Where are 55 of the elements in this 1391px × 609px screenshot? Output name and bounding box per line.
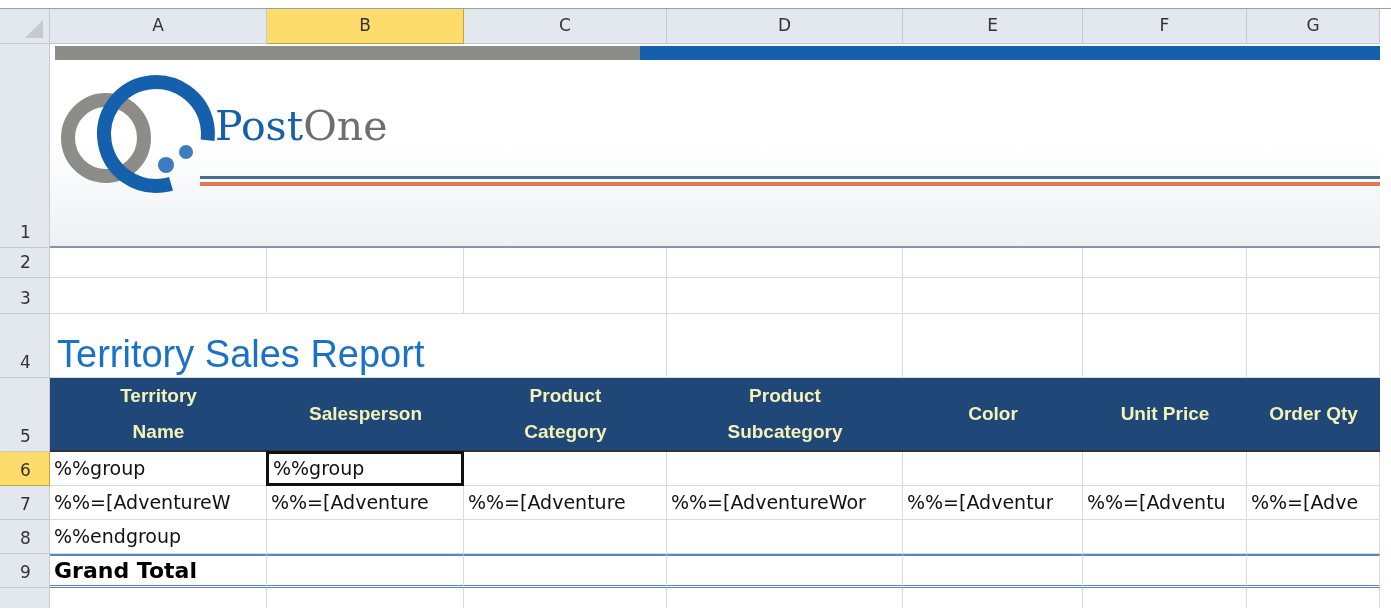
cell-text: %%=[AdventureWor — [670, 490, 866, 516]
grid-cell[interactable] — [1083, 554, 1247, 588]
cell-text: %%group — [53, 456, 146, 482]
column-heading: Salesperson — [309, 402, 422, 426]
column-header[interactable]: D — [667, 9, 903, 44]
grid-cell[interactable]: %%=[Adve — [1247, 486, 1380, 520]
active-cell[interactable]: %%group — [266, 451, 464, 486]
grid-cell[interactable]: Grand Total — [50, 554, 267, 588]
column-header[interactable]: A — [50, 9, 267, 44]
grid-cell[interactable]: %%=[AdventureWor — [667, 486, 903, 520]
row-header[interactable] — [0, 588, 50, 608]
column-header[interactable]: C — [464, 9, 667, 44]
column-heading: Color — [968, 402, 1018, 426]
column-heading: Product Category — [524, 384, 607, 444]
row-header[interactable]: 5 — [0, 378, 50, 452]
cell-text: %%=[Adventure — [467, 490, 626, 516]
column-header[interactable]: E — [903, 9, 1083, 44]
grid-cell[interactable] — [267, 554, 464, 588]
logo-text: PostOne — [215, 106, 388, 147]
grand-total-label: Grand Total — [53, 557, 197, 585]
grid-cell[interactable] — [464, 554, 667, 588]
cell-text: %%=[AdventureW — [53, 490, 231, 516]
column-header[interactable]: F — [1083, 9, 1247, 44]
grid-cell[interactable] — [903, 554, 1083, 588]
select-all-corner[interactable] — [0, 9, 50, 44]
column-header[interactable]: G — [1247, 9, 1380, 44]
row-header[interactable]: 3 — [0, 278, 50, 314]
grid-cell[interactable] — [667, 554, 903, 588]
grid-cell[interactable] — [1247, 554, 1380, 588]
row-header[interactable]: 6 — [0, 452, 50, 486]
corner-triangle-icon — [25, 20, 43, 38]
cell-text: %%=[Adve — [1250, 490, 1359, 516]
row-header[interactable]: 9 — [0, 554, 50, 588]
row-header[interactable]: 7 — [0, 486, 50, 520]
grid-cell[interactable]: %%=[Adventur — [903, 486, 1083, 520]
cell-text: %%=[Adventu — [1086, 490, 1226, 516]
column-header[interactable]: B — [267, 9, 464, 44]
row-header[interactable]: 4 — [0, 314, 50, 378]
grid-cell[interactable]: %%=[Adventure — [464, 486, 667, 520]
column-heading: Product Subcategory — [727, 384, 843, 444]
cell-text: %%endgroup — [53, 524, 182, 550]
grid-cell[interactable]: %%=[Adventure — [267, 486, 464, 520]
row-header[interactable]: 2 — [0, 248, 50, 278]
column-heading: Order Qty — [1269, 402, 1358, 426]
grid-cell[interactable]: %%=[AdventureW — [50, 486, 267, 520]
cell-text: %%=[Adventure — [270, 490, 429, 516]
grid-cell[interactable]: %%endgroup — [50, 520, 267, 554]
column-heading: Territory Name — [120, 384, 197, 444]
column-heading: Unit Price — [1120, 402, 1210, 426]
row-header[interactable]: 1 — [0, 44, 50, 248]
report-title: Territory Sales Report — [57, 335, 425, 373]
cell-text: %%=[Adventur — [906, 490, 1054, 516]
grid-cell[interactable]: %%group — [50, 452, 267, 486]
row-header[interactable]: 8 — [0, 520, 50, 554]
grid-cell[interactable]: %%=[Adventu — [1083, 486, 1247, 520]
